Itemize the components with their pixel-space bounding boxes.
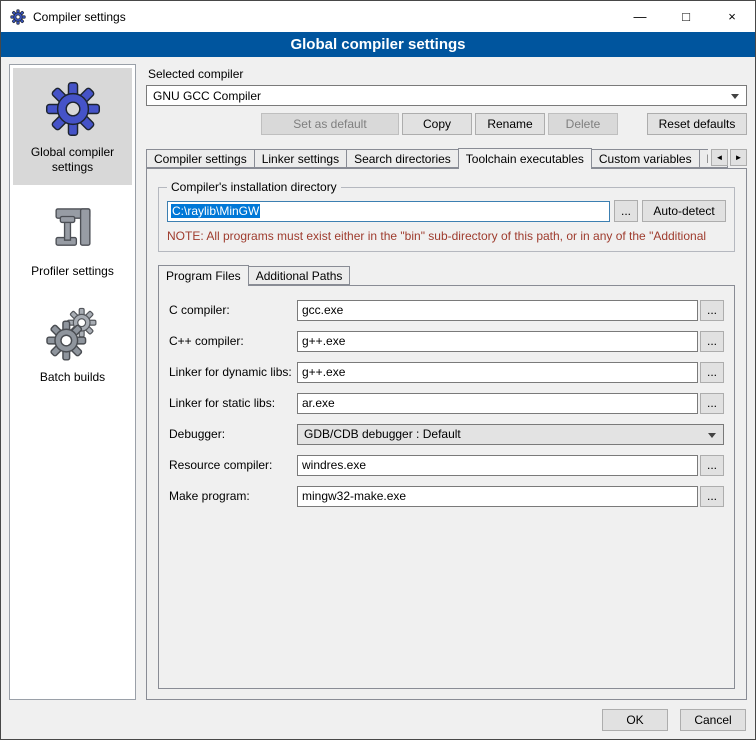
app-icon xyxy=(10,9,26,25)
global-compiler-gear-icon xyxy=(44,80,102,138)
cpp-compiler-browse-button[interactable]: ... xyxy=(700,331,724,352)
chevron-down-icon xyxy=(731,94,739,99)
make-program-input[interactable] xyxy=(297,486,698,507)
selected-compiler-select[interactable]: GNU GCC Compiler xyxy=(146,85,747,106)
debugger-value: GDB/CDB debugger : Default xyxy=(304,427,461,441)
installation-directory-group: Compiler's installation directory C:\ray… xyxy=(158,180,735,252)
close-button[interactable]: × xyxy=(709,1,755,32)
resource-compiler-browse-button[interactable]: ... xyxy=(700,455,724,476)
sidebar-item-label: Global compiler settings xyxy=(16,145,129,175)
tab-scroll-left-button[interactable]: ◄ xyxy=(711,149,728,166)
static-linker-label: Linker for static libs: xyxy=(169,396,297,410)
field-row-static-linker: Linker for static libs: ... xyxy=(169,392,724,414)
tab-search-directories[interactable]: Search directories xyxy=(346,149,459,168)
field-row-resource-compiler: Resource compiler: ... xyxy=(169,454,724,476)
debugger-select[interactable]: GDB/CDB debugger : Default xyxy=(297,424,724,445)
field-row-debugger: Debugger: GDB/CDB debugger : Default xyxy=(169,423,724,445)
sidebar-item-batch-builds[interactable]: Batch builds xyxy=(13,295,132,395)
make-program-label: Make program: xyxy=(169,489,297,503)
tab-custom-variables[interactable]: Custom variables xyxy=(591,149,700,168)
field-row-c-compiler: C compiler: ... xyxy=(169,299,724,321)
cpp-compiler-label: C++ compiler: xyxy=(169,334,297,348)
rename-button[interactable]: Rename xyxy=(475,113,545,135)
debugger-label: Debugger: xyxy=(169,427,297,441)
subtab-program-files[interactable]: Program Files xyxy=(158,265,249,286)
chevron-down-icon xyxy=(708,433,716,438)
set-as-default-button: Set as default xyxy=(261,113,399,135)
dialog-footer: OK Cancel xyxy=(1,700,755,739)
tab-linker-settings[interactable]: Linker settings xyxy=(254,149,347,168)
titlebar: Compiler settings — □ × xyxy=(1,1,755,32)
cancel-button[interactable]: Cancel xyxy=(680,709,746,731)
maximize-button[interactable]: □ xyxy=(663,1,709,32)
delete-button: Delete xyxy=(548,113,618,135)
window-title: Compiler settings xyxy=(33,10,126,24)
program-files-tab-strip: Program Files Additional Paths xyxy=(158,264,735,285)
toolchain-executables-panel: Compiler's installation directory C:\ray… xyxy=(146,168,747,700)
static-linker-input[interactable] xyxy=(297,393,698,414)
minimize-button[interactable]: — xyxy=(617,1,663,32)
profiler-settings-icon xyxy=(46,203,100,257)
sidebar-item-label: Profiler settings xyxy=(31,264,114,279)
static-linker-browse-button[interactable]: ... xyxy=(700,393,724,414)
settings-tab-strip: Compiler settings Linker settings Search… xyxy=(146,147,747,168)
tab-compiler-settings[interactable]: Compiler settings xyxy=(146,149,255,168)
dialog-header: Global compiler settings xyxy=(1,32,755,57)
c-compiler-input[interactable] xyxy=(297,300,698,321)
dynamic-linker-browse-button[interactable]: ... xyxy=(700,362,724,383)
installation-directory-input[interactable]: C:\raylib\MinGW xyxy=(167,201,610,222)
reset-defaults-button[interactable]: Reset defaults xyxy=(647,113,747,135)
sidebar-item-label: Batch builds xyxy=(40,370,105,385)
resource-compiler-input[interactable] xyxy=(297,455,698,476)
sidebar: Global compiler settings Profiler set xyxy=(9,64,136,700)
installation-directory-browse-button[interactable]: ... xyxy=(614,200,638,222)
make-program-browse-button[interactable]: ... xyxy=(700,486,724,507)
field-row-make-program: Make program: ... xyxy=(169,485,724,507)
installation-directory-value: C:\raylib\MinGW xyxy=(171,204,260,218)
ok-button[interactable]: OK xyxy=(602,709,668,731)
installation-directory-legend: Compiler's installation directory xyxy=(167,180,341,194)
program-files-panel: C compiler: ... C++ compiler: ... Linker… xyxy=(158,285,735,689)
compiler-actions: Set as default Copy Rename Delete Reset … xyxy=(146,113,747,135)
field-row-dynamic-linker: Linker for dynamic libs: ... xyxy=(169,361,724,383)
install-note: NOTE: All programs must exist either in … xyxy=(167,229,726,243)
field-row-cpp-compiler: C++ compiler: ... xyxy=(169,330,724,352)
sidebar-item-global-compiler-settings[interactable]: Global compiler settings xyxy=(13,68,132,185)
selected-compiler-value: GNU GCC Compiler xyxy=(153,89,261,103)
auto-detect-button[interactable]: Auto-detect xyxy=(642,200,726,222)
compiler-settings-window: Compiler settings — □ × Global compiler … xyxy=(0,0,756,740)
cpp-compiler-input[interactable] xyxy=(297,331,698,352)
c-compiler-label: C compiler: xyxy=(169,303,297,317)
sidebar-item-profiler-settings[interactable]: Profiler settings xyxy=(13,191,132,289)
batch-builds-gears-icon xyxy=(45,307,101,363)
dynamic-linker-label: Linker for dynamic libs: xyxy=(169,365,297,379)
main-panel: Selected compiler GNU GCC Compiler Set a… xyxy=(146,64,747,700)
tab-toolchain-executables[interactable]: Toolchain executables xyxy=(458,148,592,169)
dynamic-linker-input[interactable] xyxy=(297,362,698,383)
selected-compiler-label: Selected compiler xyxy=(148,67,747,81)
tab-scroll-right-button[interactable]: ► xyxy=(730,149,747,166)
tab-scroll-buttons: ◄ ► xyxy=(708,149,747,166)
subtab-additional-paths[interactable]: Additional Paths xyxy=(248,266,351,285)
resource-compiler-label: Resource compiler: xyxy=(169,458,297,472)
c-compiler-browse-button[interactable]: ... xyxy=(700,300,724,321)
copy-button[interactable]: Copy xyxy=(402,113,472,135)
